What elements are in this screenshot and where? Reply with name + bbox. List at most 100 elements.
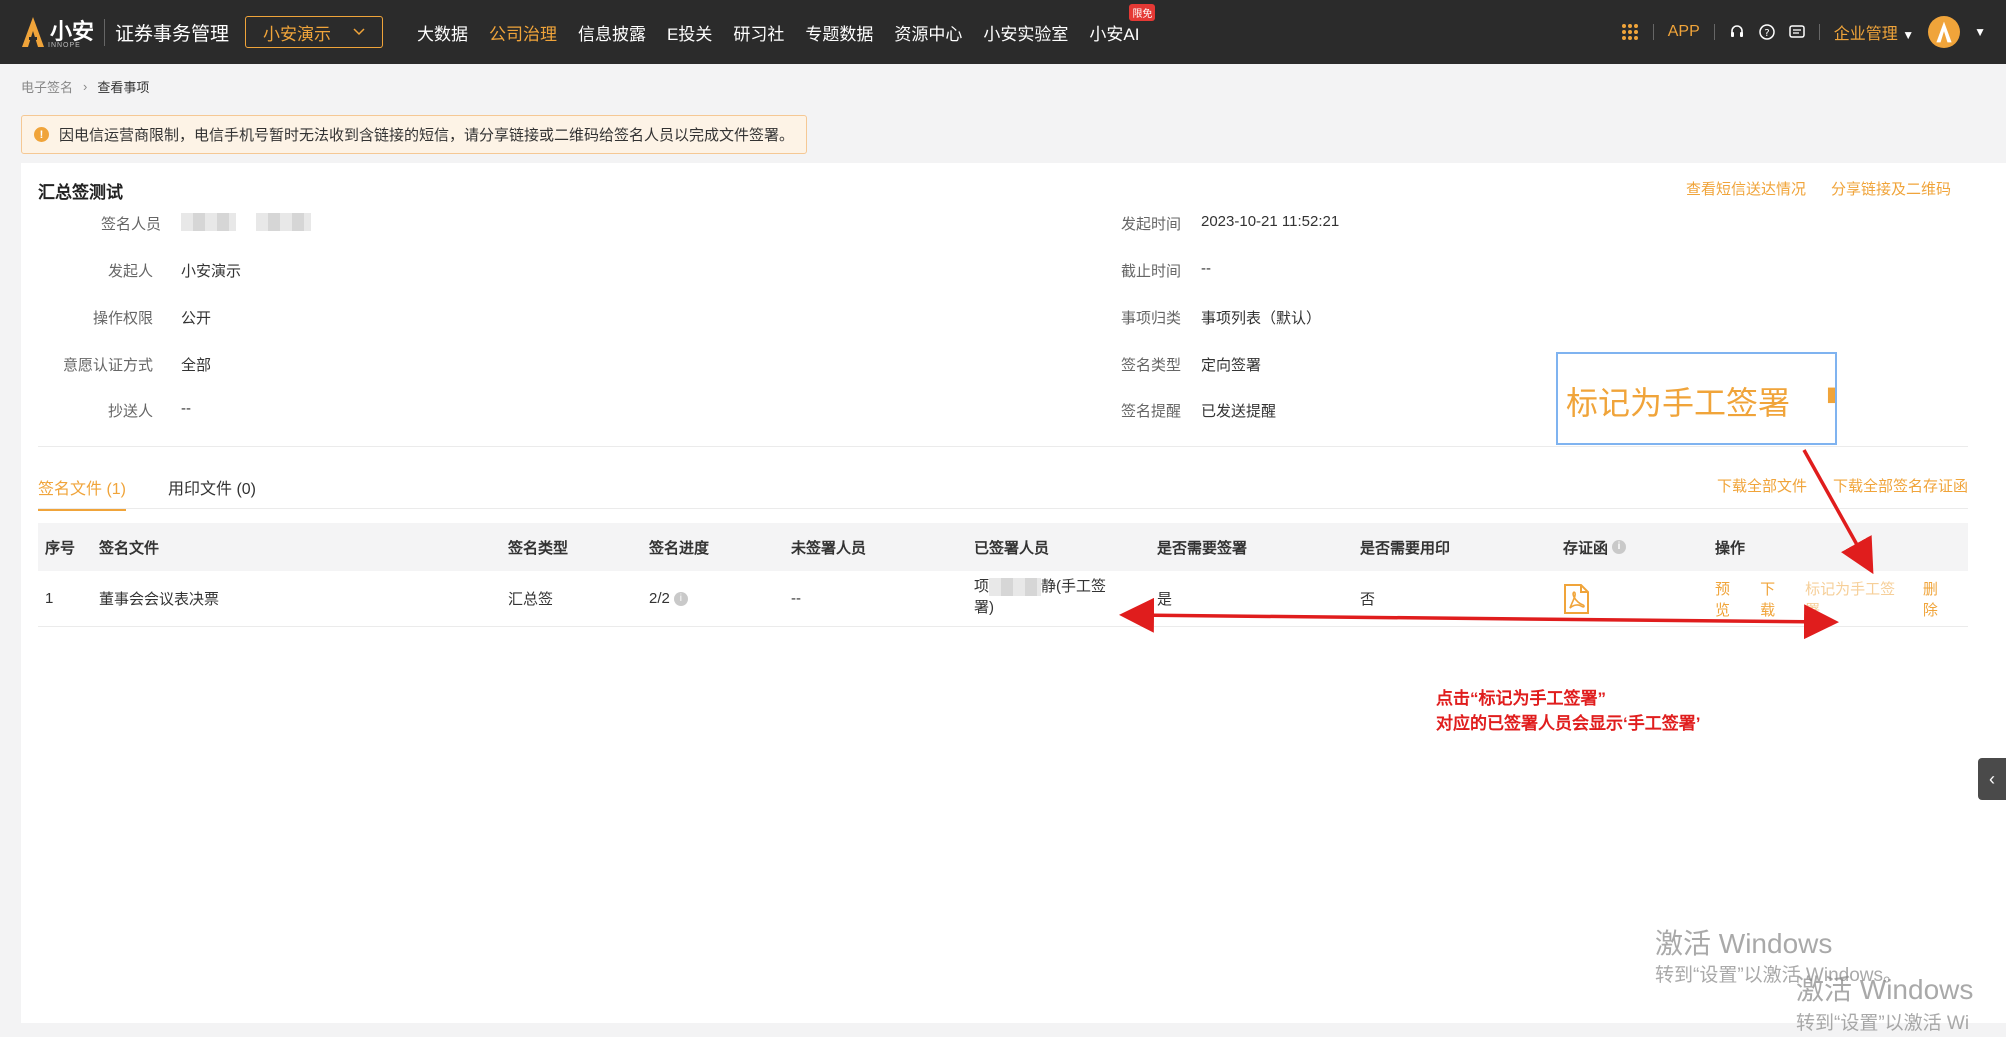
info-value: 定向签署	[1201, 357, 1262, 374]
view-sms-status-link[interactable]: 查看短信送达情况	[1686, 178, 1806, 199]
side-panel-toggle[interactable]: ‹	[1978, 758, 2006, 800]
apps-grid-icon[interactable]	[1621, 23, 1639, 41]
divider	[38, 446, 1968, 447]
logo-subtext: INNOPE	[48, 42, 81, 49]
breadcrumb-item-current: 查看事项	[97, 80, 150, 95]
info-reminder: 签名提醒 已发送提醒	[1021, 400, 1276, 421]
nav-item-topic-data[interactable]: 专题数据	[805, 20, 873, 45]
enterprise-menu[interactable]: 企业管理 ▼	[1834, 20, 1914, 44]
top-navbar: 小安 INNOPE 证券事务管理 小安演示 大数据 公司治理 信息披露 E投关 …	[0, 0, 2006, 64]
info-value: --	[181, 400, 191, 417]
divider	[1652, 24, 1654, 40]
zoom-callout-text: 标记为手工签署	[1566, 385, 1791, 421]
app-link[interactable]: APP	[1668, 23, 1700, 41]
info-label: 事项归类	[1120, 310, 1181, 327]
nav-item-ai-label: 小安AI	[1089, 24, 1140, 44]
nav-item-big-data[interactable]: 大数据	[417, 20, 468, 45]
column-header: 签名进度	[649, 539, 710, 557]
download-actions: 下载全部文件 下载全部签名存证函	[1717, 475, 1968, 496]
zoom-callout: 标记为手工签署 ■	[1556, 352, 1837, 445]
main-nav: 大数据 公司治理 信息披露 E投关 研习社 专题数据 资源中心 小安实验室 小安…	[417, 3, 1160, 45]
info-deadline: 截止时间 --	[1021, 260, 1211, 281]
redacted-name	[989, 578, 1042, 597]
nav-item-lab[interactable]: 小安实验室	[983, 20, 1068, 45]
share-link-qr-link[interactable]: 分享链接及二维码	[1831, 178, 1951, 199]
breadcrumb-item-esign[interactable]: 电子签名	[21, 77, 73, 96]
avatar-logo-icon	[1936, 21, 1952, 43]
chevron-right-icon: ›	[83, 79, 88, 94]
watermark-subtitle: 转到“设置”以激活 Wi	[1796, 1013, 1970, 1034]
message-icon[interactable]	[1789, 25, 1805, 39]
info-icon[interactable]: i	[673, 591, 688, 606]
delete-button[interactable]: 删除	[1923, 578, 1952, 620]
nav-item-study[interactable]: 研习社	[733, 20, 784, 45]
free-badge: 限免	[1129, 3, 1156, 21]
nav-item-corporate-governance[interactable]: 公司治理	[489, 20, 557, 45]
nav-item-resources[interactable]: 资源中心	[894, 20, 962, 45]
mark-manual-sign-button[interactable]: 标记为手工签署	[1805, 578, 1907, 620]
info-start-time: 发起时间 2023-10-21 11:52:21	[1021, 213, 1339, 234]
info-cc: 抄送人 --	[21, 400, 191, 421]
info-icon[interactable]: i	[1612, 540, 1627, 554]
info-value-signers	[181, 213, 331, 234]
chevron-down-icon	[353, 28, 365, 36]
download-all-files-link[interactable]: 下载全部文件	[1717, 475, 1807, 496]
table-row: 1 董事会会议表决票 汇总签 2/2 i -- 项 静(手工签 署) 是 否 预览 …	[38, 571, 1968, 627]
cell-unsigned: --	[791, 590, 801, 607]
enterprise-menu-label: 企业管理	[1833, 26, 1898, 43]
nav-item-ai[interactable]: 小安AI 限免	[1089, 3, 1156, 45]
info-permission: 操作权限 公开	[21, 307, 211, 328]
cell-progress: 2/2 i	[649, 571, 688, 626]
column-header: 签名类型	[508, 539, 569, 557]
column-header: 是否需要签署	[1157, 539, 1248, 557]
help-icon[interactable]: ?	[1759, 24, 1775, 40]
headset-icon[interactable]	[1729, 24, 1745, 40]
download-all-certificates-link[interactable]: 下载全部签名存证函	[1833, 475, 1968, 496]
company-select[interactable]: 小安演示	[245, 16, 384, 48]
column-header: 存证函	[1563, 539, 1609, 557]
column-header: 未签署人员	[791, 539, 867, 557]
download-button[interactable]: 下载	[1760, 578, 1789, 620]
avatar[interactable]	[1928, 16, 1961, 48]
divider	[1818, 24, 1820, 40]
cell-file-name[interactable]: 董事会会议表决票	[99, 571, 219, 626]
watermark-title: 激活 Windows	[1796, 974, 1974, 1005]
cell-need-sign: 是	[1157, 591, 1173, 608]
info-value: 2023-10-21 11:52:21	[1201, 213, 1340, 230]
progress-value: 2/2	[649, 590, 670, 607]
info-value: --	[1201, 260, 1211, 277]
preview-button[interactable]: 预览	[1715, 578, 1744, 620]
info-signers: 签名人员	[21, 213, 331, 234]
table-header: 序号 签名文件 签名类型 签名进度 未签署人员 已签署人员 是否需要签署 是否需…	[38, 523, 1968, 571]
divider	[1713, 24, 1715, 40]
column-header: 已签署人员	[974, 539, 1050, 557]
info-initiator: 发起人 小安演示	[21, 260, 241, 281]
info-auth-method: 意愿认证方式 全部	[21, 354, 211, 375]
caret-down-icon[interactable]: ▼	[1974, 25, 1986, 39]
column-header-certificate: 存证函 i	[1563, 523, 1627, 571]
file-tabs: 签名文件 (1) 用印文件 (0) 下载全部文件 下载全部签名存证函	[38, 463, 1968, 511]
info-label: 签名人员	[100, 216, 161, 233]
annotation-line: 对应的已签署人员会显示‘手工签署’	[1436, 714, 1701, 733]
card-actions: 查看短信送达情况 分享链接及二维码	[1686, 178, 1951, 199]
nav-item-disclosure[interactable]: 信息披露	[578, 20, 646, 45]
info-label: 签名提醒	[1120, 403, 1181, 420]
logo[interactable]: 小安 INNOPE	[20, 15, 94, 49]
info-icon: !	[34, 127, 49, 142]
cell-index: 1	[45, 590, 54, 607]
caret-down-icon: ▼	[1902, 28, 1915, 42]
info-label: 意愿认证方式	[62, 357, 153, 374]
detail-card: 汇总签测试 查看短信送达情况 分享链接及二维码 签名人员 发起人 小安演示 操作…	[21, 163, 2006, 1023]
nav-item-e-investor[interactable]: E投关	[667, 20, 712, 45]
zoom-callout-cutoff: ■	[1826, 376, 1835, 413]
signed-name-part: 署)	[974, 599, 994, 616]
column-header: 操作	[1715, 539, 1746, 557]
tab-sign-files[interactable]: 签名文件 (1)	[38, 475, 127, 511]
pdf-icon[interactable]	[1563, 583, 1589, 614]
column-header: 序号	[45, 539, 76, 557]
column-header: 签名文件	[99, 539, 160, 557]
top-right-tools: APP ? 企业管理 ▼ ▼	[1621, 0, 1986, 64]
info-label: 发起时间	[1120, 216, 1181, 233]
info-value: 全部	[181, 357, 212, 374]
tab-seal-files[interactable]: 用印文件 (0)	[168, 475, 256, 499]
